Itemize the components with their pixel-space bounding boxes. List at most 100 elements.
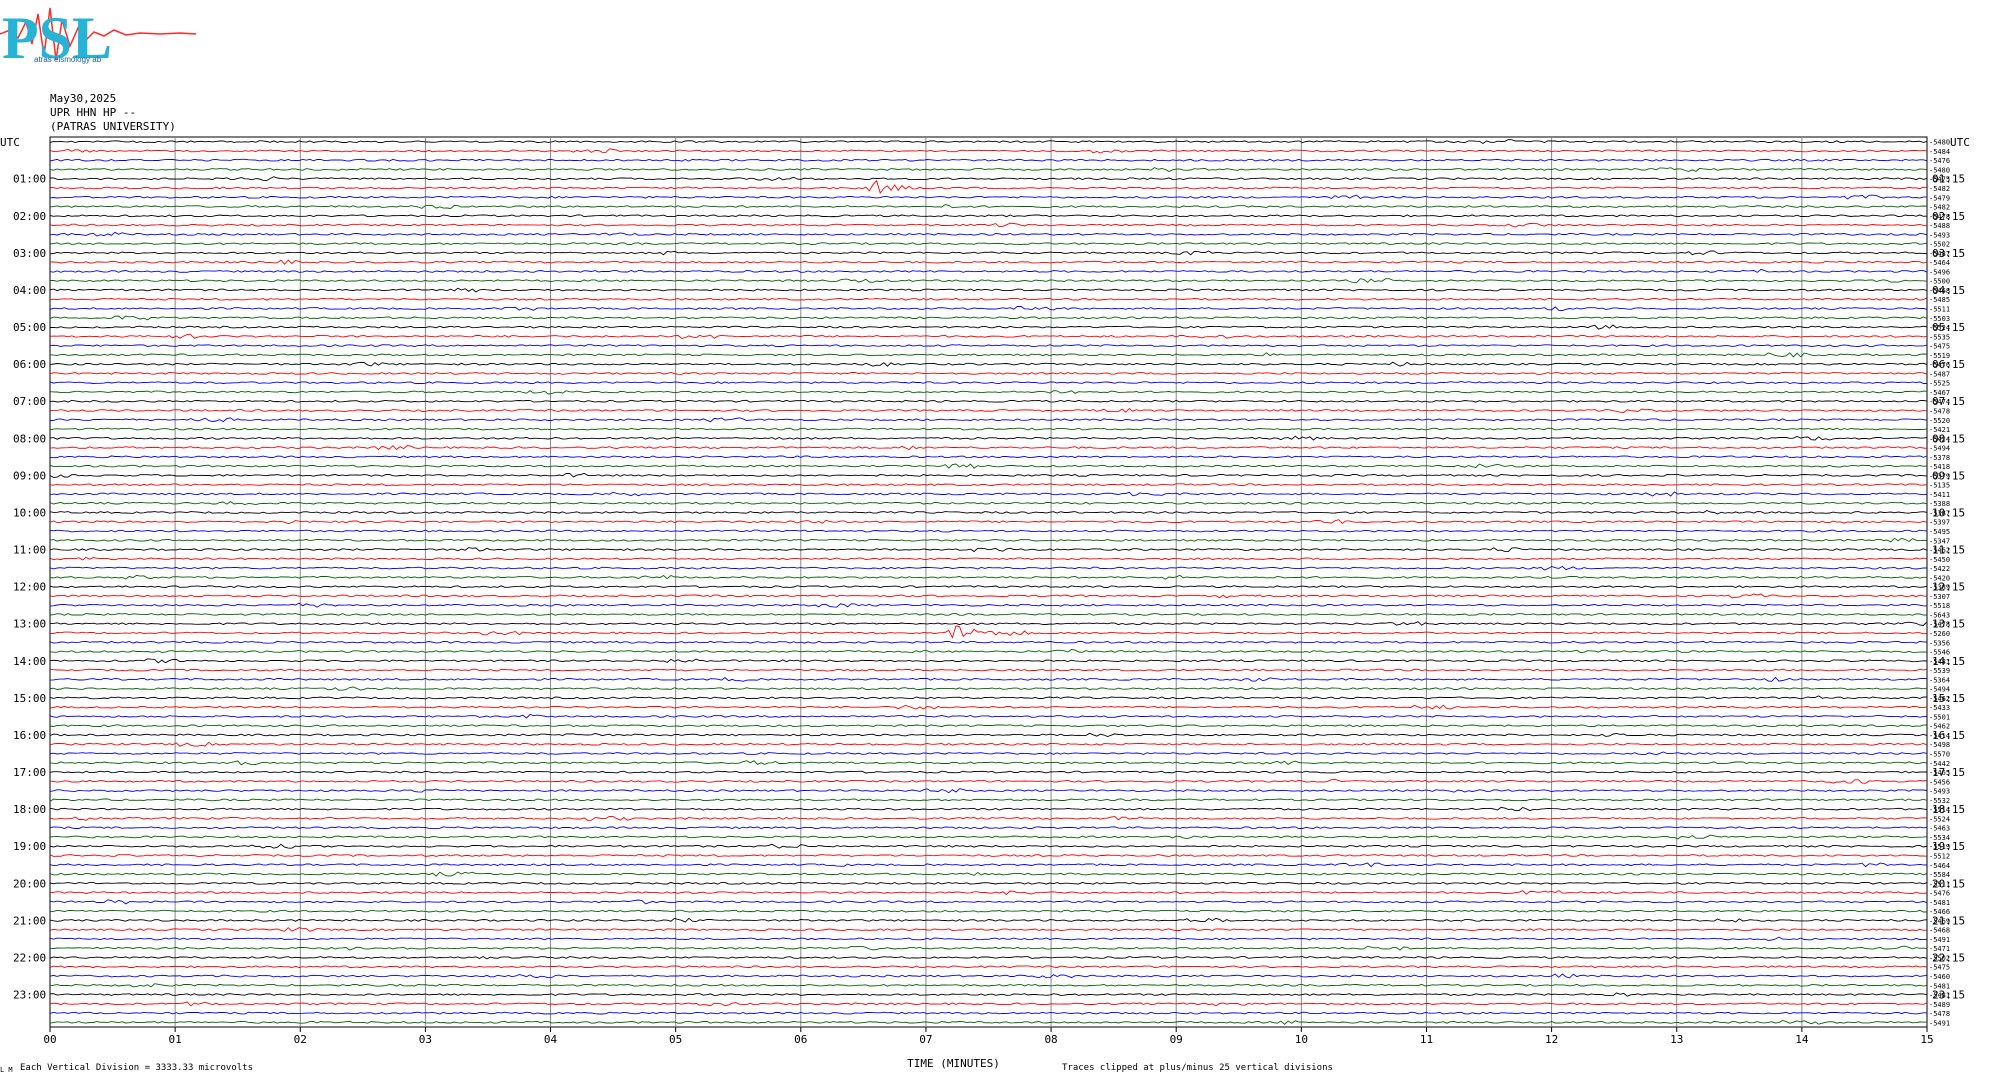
x-tick-label: 02 (294, 1033, 307, 1046)
trace-offset-label: -5514 (1929, 806, 1950, 814)
left-hour-label: 09:00 (13, 469, 46, 482)
seismic-trace (49, 854, 1928, 857)
seismic-trace (49, 945, 1928, 951)
trace-offset-label: -5524 (1929, 324, 1950, 332)
trace-offset-label: -5480 (1929, 139, 1950, 147)
seismic-trace (49, 179, 1928, 194)
seismic-trace (49, 965, 1928, 969)
seismic-trace (49, 242, 1928, 245)
trace-offset-label: -5491 (1929, 936, 1950, 944)
seismic-trace (49, 444, 1928, 451)
seismic-trace (49, 955, 1928, 960)
left-hour-label: 23:00 (13, 989, 46, 1002)
left-hour-label: 06:00 (13, 358, 46, 371)
x-tick-label: 08 (1044, 1033, 1057, 1046)
trace-offset-label: -5481 (1929, 658, 1950, 666)
seismic-trace (49, 491, 1928, 497)
left-hour-label: 19:00 (13, 840, 46, 853)
corner-mark: L M (0, 1066, 13, 1074)
left-hour-label: 13:00 (13, 618, 46, 631)
trace-offset-label: -5475 (1929, 964, 1950, 972)
left-hour-label: 22:00 (13, 951, 46, 964)
trace-offset-label: -5494 (1929, 445, 1950, 453)
seismic-trace (49, 315, 1928, 321)
seismic-trace (49, 259, 1928, 265)
seismic-trace (50, 176, 1928, 182)
x-tick-label: 06 (794, 1033, 807, 1046)
trace-offset-label: -5643 (1929, 611, 1950, 619)
seismic-trace (49, 798, 1928, 802)
seismic-trace (49, 297, 1928, 301)
left-hour-label: 18:00 (13, 803, 46, 816)
seismic-trace (49, 1001, 1928, 1007)
seismic-trace (49, 455, 1928, 459)
seismic-trace (49, 1020, 1928, 1025)
trace-offset-label: -5512 (1929, 852, 1950, 860)
seismic-trace (49, 361, 1928, 367)
seismic-trace (49, 537, 1928, 543)
seismic-trace (49, 760, 1928, 766)
trace-offset-label: -5494 (1929, 686, 1950, 694)
trace-offset-label: -5388 (1929, 500, 1950, 508)
seismic-trace (49, 417, 1928, 423)
trace-offset-label: -5411 (1929, 491, 1950, 499)
seismic-trace (49, 871, 1928, 877)
trace-offset-label: -5520 (1929, 417, 1950, 425)
seismic-trace (49, 676, 1928, 682)
trace-offset-label: -5493 (1929, 788, 1950, 796)
trace-offset-label: -5364 (1929, 676, 1950, 684)
trace-offset-label: -5466 (1929, 908, 1950, 916)
seismic-trace (49, 501, 1928, 506)
trace-offset-label: -5469 (1929, 917, 1950, 925)
seismic-trace (49, 686, 1928, 691)
trace-offset-label: -5424 (1929, 435, 1950, 443)
seismic-trace (49, 593, 1928, 599)
left-hour-label: 17:00 (13, 766, 46, 779)
trace-offset-label: -5260 (1929, 630, 1950, 638)
trace-offset-label: -5414 (1929, 732, 1950, 740)
seismic-trace (49, 1011, 1927, 1015)
trace-offset-label: -5546 (1929, 649, 1950, 657)
seismic-trace (49, 806, 1928, 812)
trace-offset-label: -5379 (1929, 472, 1950, 480)
left-hour-label: 03:00 (13, 247, 46, 260)
seismic-trace (49, 344, 1928, 347)
seismic-trace (49, 732, 1928, 737)
left-hour-label: 04:00 (13, 284, 46, 297)
x-tick-label: 14 (1795, 1033, 1809, 1046)
trace-offset-label: -5478 (1929, 213, 1950, 221)
trace-offset-label: -5570 (1929, 751, 1950, 759)
trace-offset-label: -5465 (1929, 769, 1950, 777)
trace-offset-label: -5519 (1929, 352, 1950, 360)
seismic-trace (49, 547, 1928, 553)
left-hour-label: 20:00 (13, 877, 46, 890)
seismic-trace (49, 305, 1928, 311)
seismic-trace (49, 983, 1928, 988)
seismic-trace (49, 585, 1928, 588)
trace-offset-label: -5524 (1929, 815, 1950, 823)
trace-offset-label: -5462 (1929, 547, 1950, 555)
seismic-trace (49, 649, 1928, 654)
trace-offset-label: -5496 (1929, 268, 1950, 276)
seismic-trace (49, 167, 1928, 173)
seismic-trace (49, 695, 1928, 700)
seismic-trace (49, 268, 1928, 273)
trace-offset-label: -5539 (1929, 667, 1950, 675)
trace-offset-label: -5480 (1929, 166, 1950, 174)
trace-offset-label: -5462 (1929, 723, 1950, 731)
trace-offset-label: -5476 (1929, 890, 1950, 898)
right-axis-title: UTC (1950, 136, 1970, 149)
trace-offset-label: -5534 (1929, 834, 1950, 842)
trace-offset-label: -5481 (1929, 992, 1950, 1000)
trace-offset-label: -5502 (1929, 954, 1950, 962)
seismic-trace (49, 148, 1928, 154)
seismic-trace (49, 602, 1928, 608)
seismic-trace (49, 250, 1928, 256)
trace-offset-label: -5481 (1929, 982, 1950, 990)
plot-frame (49, 136, 1928, 1028)
trace-offset-label: -5418 (1929, 463, 1950, 471)
seismic-trace (49, 529, 1928, 533)
trace-offset-label: -5420 (1929, 574, 1950, 582)
trace-offset-label: -5511 (1929, 306, 1950, 314)
trace-offset-label: -5397 (1929, 519, 1950, 527)
